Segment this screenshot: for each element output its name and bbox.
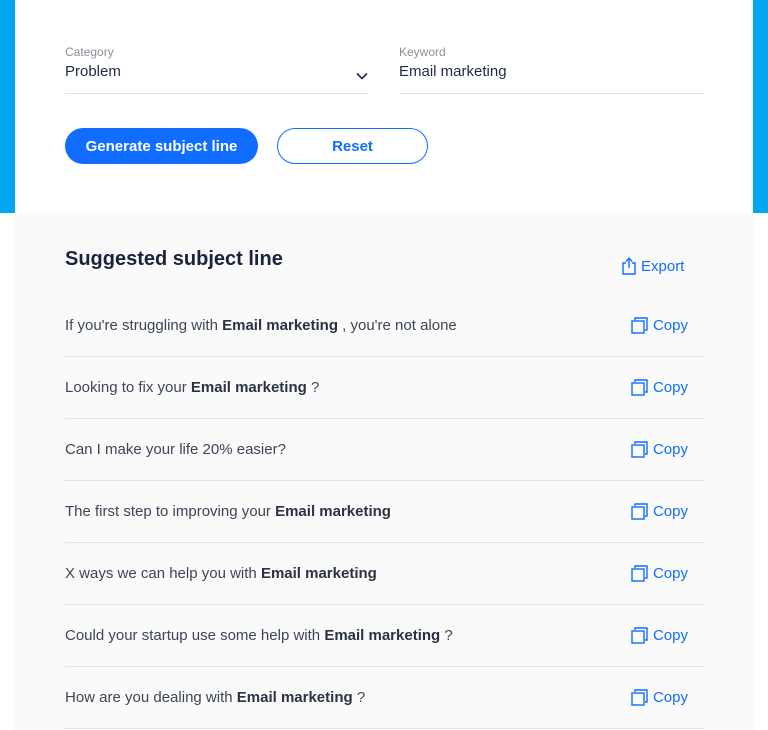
generate-subject-line-button[interactable]: Generate subject line xyxy=(65,128,258,164)
category-select[interactable]: Category Problem xyxy=(65,45,369,94)
suggestion-text-after: ? xyxy=(306,379,320,396)
suggestion-keyword: Email marketing xyxy=(222,317,338,334)
copy-icon xyxy=(631,379,648,396)
suggestion-text-before: X ways we can help you with xyxy=(65,565,261,582)
suggestion-text-before: Looking to fix your xyxy=(65,379,191,396)
suggestion-keyword: Email marketing xyxy=(275,503,391,520)
suggestion-row: Looking to fix your Email marketing ? Cop… xyxy=(65,357,704,419)
copy-button[interactable]: Copy xyxy=(631,605,688,666)
suggestion-text-after: ? xyxy=(440,627,453,644)
suggestion-row: The first step to improving your Email m… xyxy=(65,481,704,543)
suggestion-keyword: Email marketing xyxy=(260,565,377,582)
suggestion-row: Could your startup use some help with Em… xyxy=(65,605,704,667)
copy-label: Copy xyxy=(652,317,688,334)
suggestion-text-before: Can I make your life 20% easier? xyxy=(65,441,286,458)
suggestion-text-before: The first step to improving your xyxy=(65,503,276,520)
suggestion-text-after: , you're not alone xyxy=(338,317,457,334)
copy-button[interactable]: Copy xyxy=(631,543,688,604)
export-button[interactable]: Export xyxy=(621,257,684,275)
suggestion-text-before: How are you dealing with xyxy=(65,689,237,706)
copy-icon xyxy=(631,627,648,644)
copy-label: Copy xyxy=(652,627,688,644)
suggestion-text: Could your startup use some help with Em… xyxy=(65,605,453,666)
suggestion-row: X ways we can help you with Email market… xyxy=(65,543,704,605)
copy-icon xyxy=(631,441,648,458)
suggestion-text: Looking to fix your Email marketing ? xyxy=(65,357,319,418)
suggestion-text: How are you dealing with Email marketing… xyxy=(65,667,365,728)
suggestion-text-after: ? xyxy=(352,689,366,706)
copy-button[interactable]: Copy xyxy=(631,419,688,480)
keyword-label: Keyword xyxy=(399,45,446,59)
copy-button[interactable]: Copy xyxy=(631,295,688,356)
suggestion-text-before: Could your startup use some help with xyxy=(65,627,325,644)
copy-icon xyxy=(631,689,648,706)
copy-button[interactable]: Copy xyxy=(631,667,688,728)
category-label: Category xyxy=(65,45,114,59)
suggestion-text: If you're struggling with Email marketin… xyxy=(65,295,457,356)
right-accent-band xyxy=(753,0,768,213)
copy-label: Copy xyxy=(652,503,688,520)
suggestion-text-before: If you're struggling with xyxy=(65,317,223,334)
suggestion-keyword: Email marketing xyxy=(324,627,441,644)
copy-icon xyxy=(631,317,648,334)
suggestion-keyword: Email marketing xyxy=(190,379,307,396)
suggestion-row: If you're struggling with Email marketin… xyxy=(65,295,704,357)
copy-icon xyxy=(631,565,648,582)
chevron-down-icon xyxy=(356,72,368,80)
reset-button[interactable]: Reset xyxy=(277,128,428,164)
suggestion-text: The first step to improving your Email m… xyxy=(65,481,391,542)
suggestion-text: X ways we can help you with Email market… xyxy=(65,543,377,604)
left-accent-band xyxy=(0,0,15,213)
suggestion-keyword: Email marketing xyxy=(236,689,353,706)
export-icon xyxy=(622,257,636,275)
export-label: Export xyxy=(641,257,685,275)
suggestion-row: Can I make your life 20% easier? Copy xyxy=(65,419,704,481)
keyword-field[interactable]: Keyword Email marketing xyxy=(399,45,704,94)
copy-label: Copy xyxy=(652,441,688,458)
section-title: Suggested subject line xyxy=(65,248,283,270)
copy-icon xyxy=(631,503,648,520)
copy-button[interactable]: Copy xyxy=(631,357,688,418)
copy-label: Copy xyxy=(652,379,688,396)
suggestion-row: How are you dealing with Email marketing… xyxy=(65,667,704,729)
copy-label: Copy xyxy=(652,689,688,706)
copy-label: Copy xyxy=(652,565,688,582)
keyword-value: Email marketing xyxy=(399,63,507,80)
category-value: Problem xyxy=(65,63,121,80)
suggestion-text: Can I make your life 20% easier? xyxy=(65,419,286,480)
copy-button[interactable]: Copy xyxy=(631,481,688,542)
